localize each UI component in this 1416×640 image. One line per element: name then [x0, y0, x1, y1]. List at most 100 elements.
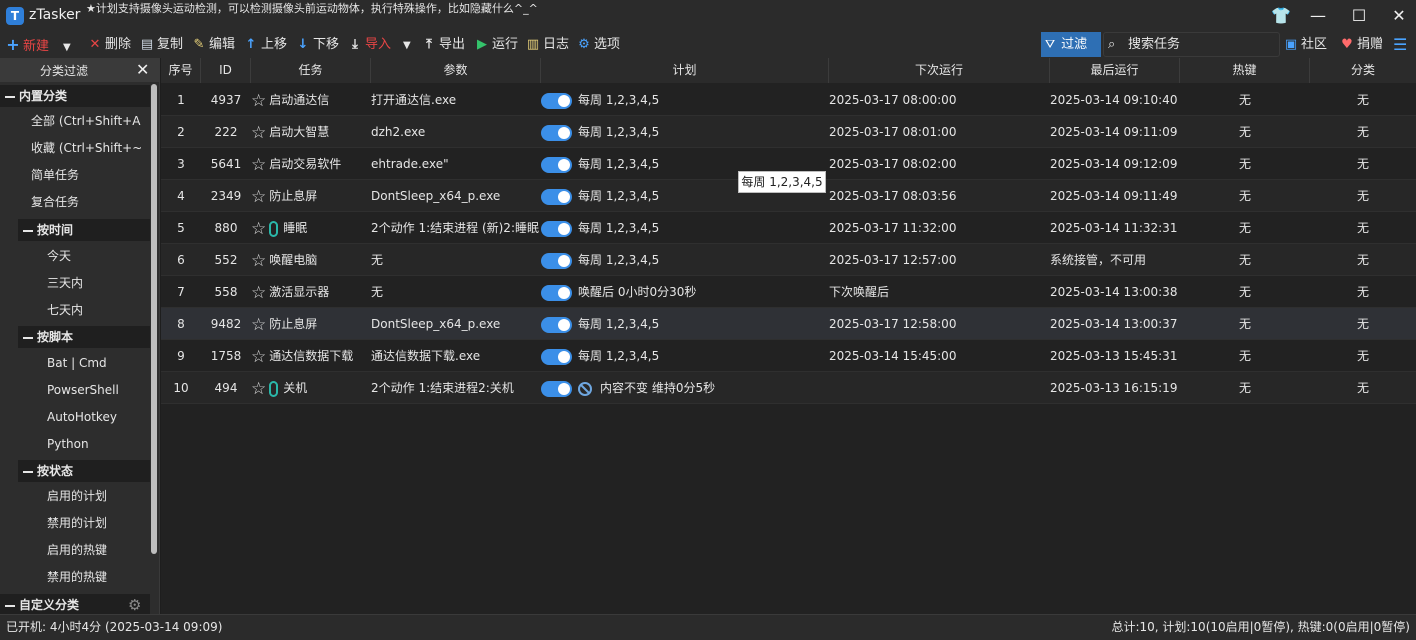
- plan-enabled-toggle[interactable]: [541, 380, 572, 397]
- favorite-star-icon[interactable]: ☆: [251, 117, 266, 149]
- sidebar-item-compound[interactable]: 复合任务: [31, 191, 141, 213]
- maximize-button[interactable]: ☐: [1344, 4, 1374, 28]
- plan-enabled-toggle[interactable]: [541, 284, 572, 301]
- column-header[interactable]: 计划: [541, 58, 829, 83]
- collapse-icon[interactable]: [5, 95, 15, 98]
- sidebar-item-simple[interactable]: 简单任务: [31, 164, 141, 186]
- sidebar-item-3days[interactable]: 三天内: [47, 272, 83, 294]
- column-header[interactable]: 最后运行: [1050, 58, 1180, 83]
- cell-task: ☆ 通达信数据下载: [251, 340, 371, 372]
- status-bar: 已开机: 4小时4分 (2025-03-14 09:09) 总计:10, 计划:…: [0, 614, 1416, 640]
- column-header[interactable]: 热键: [1180, 58, 1310, 83]
- task-count-status: 总计:10, 计划:10(10启用|0暂停), 热键:0(0启用|0暂停): [1111, 620, 1410, 634]
- skin-icon[interactable]: 👕: [1266, 4, 1296, 28]
- community-button[interactable]: ▣ 社区: [1284, 35, 1327, 55]
- column-header[interactable]: 任务: [251, 58, 371, 83]
- favorite-star-icon[interactable]: ☆: [251, 245, 266, 277]
- sidebar-item-powershell[interactable]: PowserShell: [47, 379, 119, 401]
- column-header[interactable]: 下次运行: [829, 58, 1050, 83]
- cell-last: 2025-03-14 13:00:38: [1050, 285, 1178, 299]
- column-header[interactable]: 分类: [1310, 58, 1416, 83]
- search-input[interactable]: ⌕ 搜索任务: [1103, 32, 1280, 57]
- favorite-star-icon[interactable]: ☆: [251, 213, 266, 245]
- table-row[interactable]: 10 494 ☆ 关机 2个动作 1:结束进程2:关机 内容不变 维持0分5秒 2025-0…: [161, 372, 1416, 404]
- favorite-star-icon[interactable]: ☆: [251, 149, 266, 181]
- options-button[interactable]: ⚙ 选项: [577, 35, 620, 55]
- plan-enabled-toggle[interactable]: [541, 316, 572, 333]
- donate-button[interactable]: ♥ 捐赠: [1340, 35, 1383, 55]
- favorite-star-icon[interactable]: ☆: [251, 309, 266, 341]
- run-button[interactable]: ▶ 运行: [475, 35, 518, 55]
- sidebar-item-bat[interactable]: Bat | Cmd: [47, 352, 107, 374]
- collapse-icon[interactable]: [23, 470, 33, 473]
- plan-enabled-toggle[interactable]: [541, 124, 572, 141]
- log-button[interactable]: ▥ 日志: [526, 35, 569, 55]
- import-dropdown-icon[interactable]: ▼: [403, 40, 411, 51]
- cell-last: 2025-03-14 09:11:09: [1050, 125, 1178, 139]
- close-icon[interactable]: ✕: [136, 60, 149, 79]
- table-row[interactable]: 7 558 ☆ 激活显示器无唤醒后 0小时0分30秒 下次唤醒后 2025-03-14 1…: [161, 276, 1416, 308]
- sidebar-item-disabled-hotkeys[interactable]: 禁用的热键: [47, 566, 107, 588]
- new-button[interactable]: + 新建 ▼: [6, 35, 71, 55]
- favorite-star-icon[interactable]: ☆: [251, 85, 266, 117]
- cell-cat: 无: [1356, 317, 1369, 331]
- cell-id: 880: [214, 221, 238, 235]
- new-dropdown-icon[interactable]: ▼: [63, 42, 71, 53]
- sidebar-item-favorites[interactable]: 收藏 (Ctrl+Shift+~: [31, 137, 141, 159]
- table-row[interactable]: 5 880 ☆ 睡眠 2个动作 1:结束进程 (新)2:睡眠 每周 1,2,3,4,5 20…: [161, 212, 1416, 244]
- table-row[interactable]: 8 9482 ☆ 防止息屏 DontSleep_x64_p.exe 每周 1,2,3,4,…: [161, 308, 1416, 340]
- compound-link-icon: [269, 380, 279, 397]
- close-button[interactable]: ✕: [1384, 4, 1414, 28]
- custom-category-settings-icon[interactable]: ⚙: [128, 596, 141, 614]
- cell-last: 系统接管，不可用: [1050, 253, 1147, 267]
- sidebar-item-autohotkey[interactable]: AutoHotkey: [47, 406, 117, 428]
- export-button[interactable]: ⤒ 导出: [422, 35, 465, 55]
- plan-enabled-toggle[interactable]: [541, 348, 572, 365]
- favorite-star-icon[interactable]: ☆: [251, 341, 266, 373]
- group-builtin[interactable]: 内置分类: [0, 85, 150, 107]
- favorite-star-icon[interactable]: ☆: [251, 277, 266, 309]
- menu-list-icon[interactable]: ☰: [1393, 35, 1407, 55]
- sidebar-item-all[interactable]: 全部 (Ctrl+Shift+A: [31, 110, 141, 132]
- column-header[interactable]: ID: [201, 58, 251, 83]
- move-down-button[interactable]: ↓ 下移: [296, 35, 339, 55]
- sidebar-item-today[interactable]: 今天: [47, 245, 71, 267]
- table-row[interactable]: 1 4937 ☆ 启动通达信 打开通达信.exe 每周 1,2,3,4,5 2025-03-…: [161, 84, 1416, 116]
- sidebar-item-disabled-plans[interactable]: 禁用的计划: [47, 512, 107, 534]
- cell-no: 4: [177, 189, 185, 203]
- sidebar-scrollbar[interactable]: [151, 84, 157, 554]
- group-by-time[interactable]: 按时间: [18, 219, 150, 241]
- task-name: 唤醒电脑: [269, 253, 318, 267]
- sidebar-item-enabled-hotkeys[interactable]: 启用的热键: [47, 539, 107, 561]
- collapse-icon[interactable]: [23, 336, 33, 339]
- column-header[interactable]: 序号: [161, 58, 201, 83]
- edit-button[interactable]: ✎ 编辑: [192, 35, 235, 55]
- sidebar-item-enabled-plans[interactable]: 启用的计划: [47, 485, 107, 507]
- minimize-button[interactable]: —: [1303, 4, 1333, 28]
- delete-button[interactable]: ✕ 删除: [88, 35, 131, 55]
- copy-label: 复制: [157, 37, 184, 52]
- cell-hotkey: 无: [1238, 189, 1251, 203]
- sidebar-item-python[interactable]: Python: [47, 433, 89, 455]
- group-by-script[interactable]: 按脚本: [18, 326, 150, 348]
- table-row[interactable]: 9 1758 ☆ 通达信数据下载 通达信数据下载.exe 每周 1,2,3,4,5 2025…: [161, 340, 1416, 372]
- plan-enabled-toggle[interactable]: [541, 220, 572, 237]
- copy-button[interactable]: ▤ 复制: [140, 35, 183, 55]
- collapse-icon[interactable]: [23, 229, 33, 232]
- table-row[interactable]: 6 552 ☆ 唤醒电脑无每周 1,2,3,4,5 2025-03-17 12:57:0…: [161, 244, 1416, 276]
- cell-param: 无: [371, 253, 384, 267]
- sidebar-item-7days[interactable]: 七天内: [47, 299, 83, 321]
- plan-enabled-toggle[interactable]: [541, 92, 572, 109]
- column-header[interactable]: 参数: [371, 58, 541, 83]
- plan-enabled-toggle[interactable]: [541, 188, 572, 205]
- filter-toggle[interactable]: ⛛ 过滤: [1041, 32, 1101, 57]
- favorite-star-icon[interactable]: ☆: [251, 181, 266, 213]
- import-button[interactable]: ⤓ 导入 ▼: [348, 35, 411, 55]
- group-by-status[interactable]: 按状态: [18, 460, 150, 482]
- move-up-button[interactable]: ↑ 上移: [244, 35, 287, 55]
- favorite-star-icon[interactable]: ☆: [251, 373, 266, 405]
- plan-enabled-toggle[interactable]: [541, 156, 572, 173]
- plan-enabled-toggle[interactable]: [541, 252, 572, 269]
- table-row[interactable]: 2 222 ☆ 启动大智慧 dzh2.exe 每周 1,2,3,4,5 2025-03-17…: [161, 116, 1416, 148]
- collapse-icon[interactable]: [5, 604, 15, 607]
